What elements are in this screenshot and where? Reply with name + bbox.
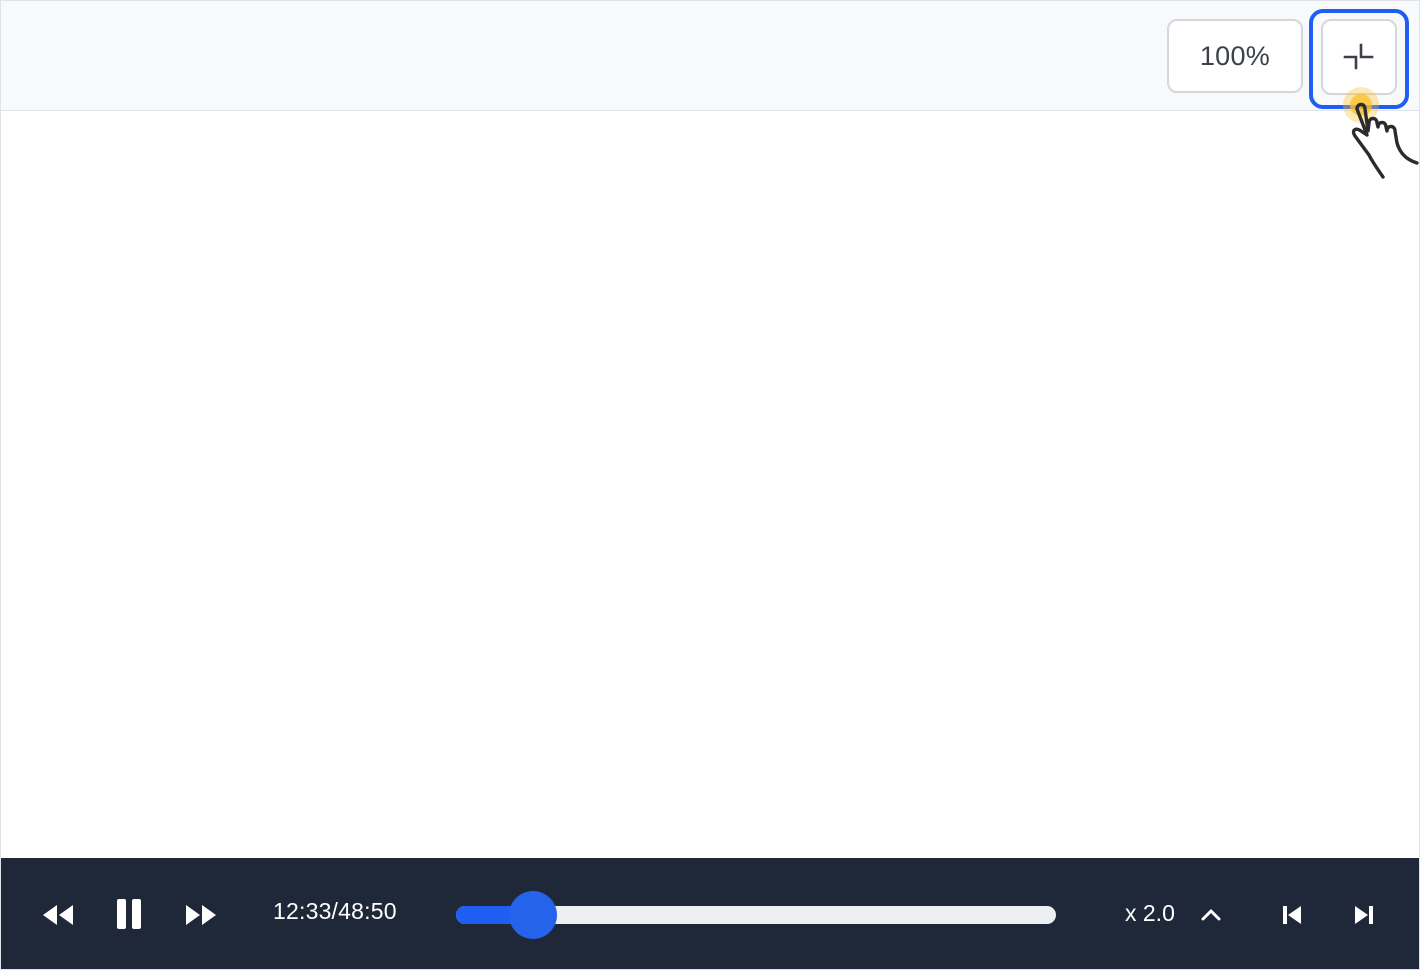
rewind-button[interactable] <box>39 896 77 934</box>
player-control-bar: 12:33/48:50 x 2.0 <box>1 858 1419 969</box>
time-display: 12:33/48:50 <box>273 898 397 924</box>
skip-next-icon <box>1355 906 1373 924</box>
exit-fullscreen-icon <box>1343 43 1374 70</box>
skip-previous-icon <box>1283 906 1301 924</box>
pause-icon <box>117 899 141 929</box>
progress-thumb[interactable] <box>508 891 557 939</box>
next-button[interactable] <box>1349 900 1379 930</box>
zoom-level-label: 100% <box>1199 40 1271 71</box>
playback-speed-label[interactable]: x 2.0 <box>1125 900 1175 927</box>
top-toolbar: 100% <box>1 1 1419 111</box>
previous-button[interactable] <box>1277 900 1307 930</box>
speed-menu-button[interactable] <box>1197 902 1225 928</box>
app-frame: 100% 12:33/48:50 x 2.0 <box>0 0 1420 970</box>
zoom-level-button[interactable]: 100% <box>1167 19 1303 93</box>
fast-forward-button[interactable] <box>182 896 220 934</box>
pause-button[interactable] <box>111 894 147 934</box>
chevron-up-icon <box>1201 909 1221 921</box>
hand-pointer-icon <box>1343 87 1419 179</box>
fast-forward-icon <box>186 905 216 925</box>
rewind-icon <box>43 905 73 925</box>
content-area <box>1 111 1419 858</box>
